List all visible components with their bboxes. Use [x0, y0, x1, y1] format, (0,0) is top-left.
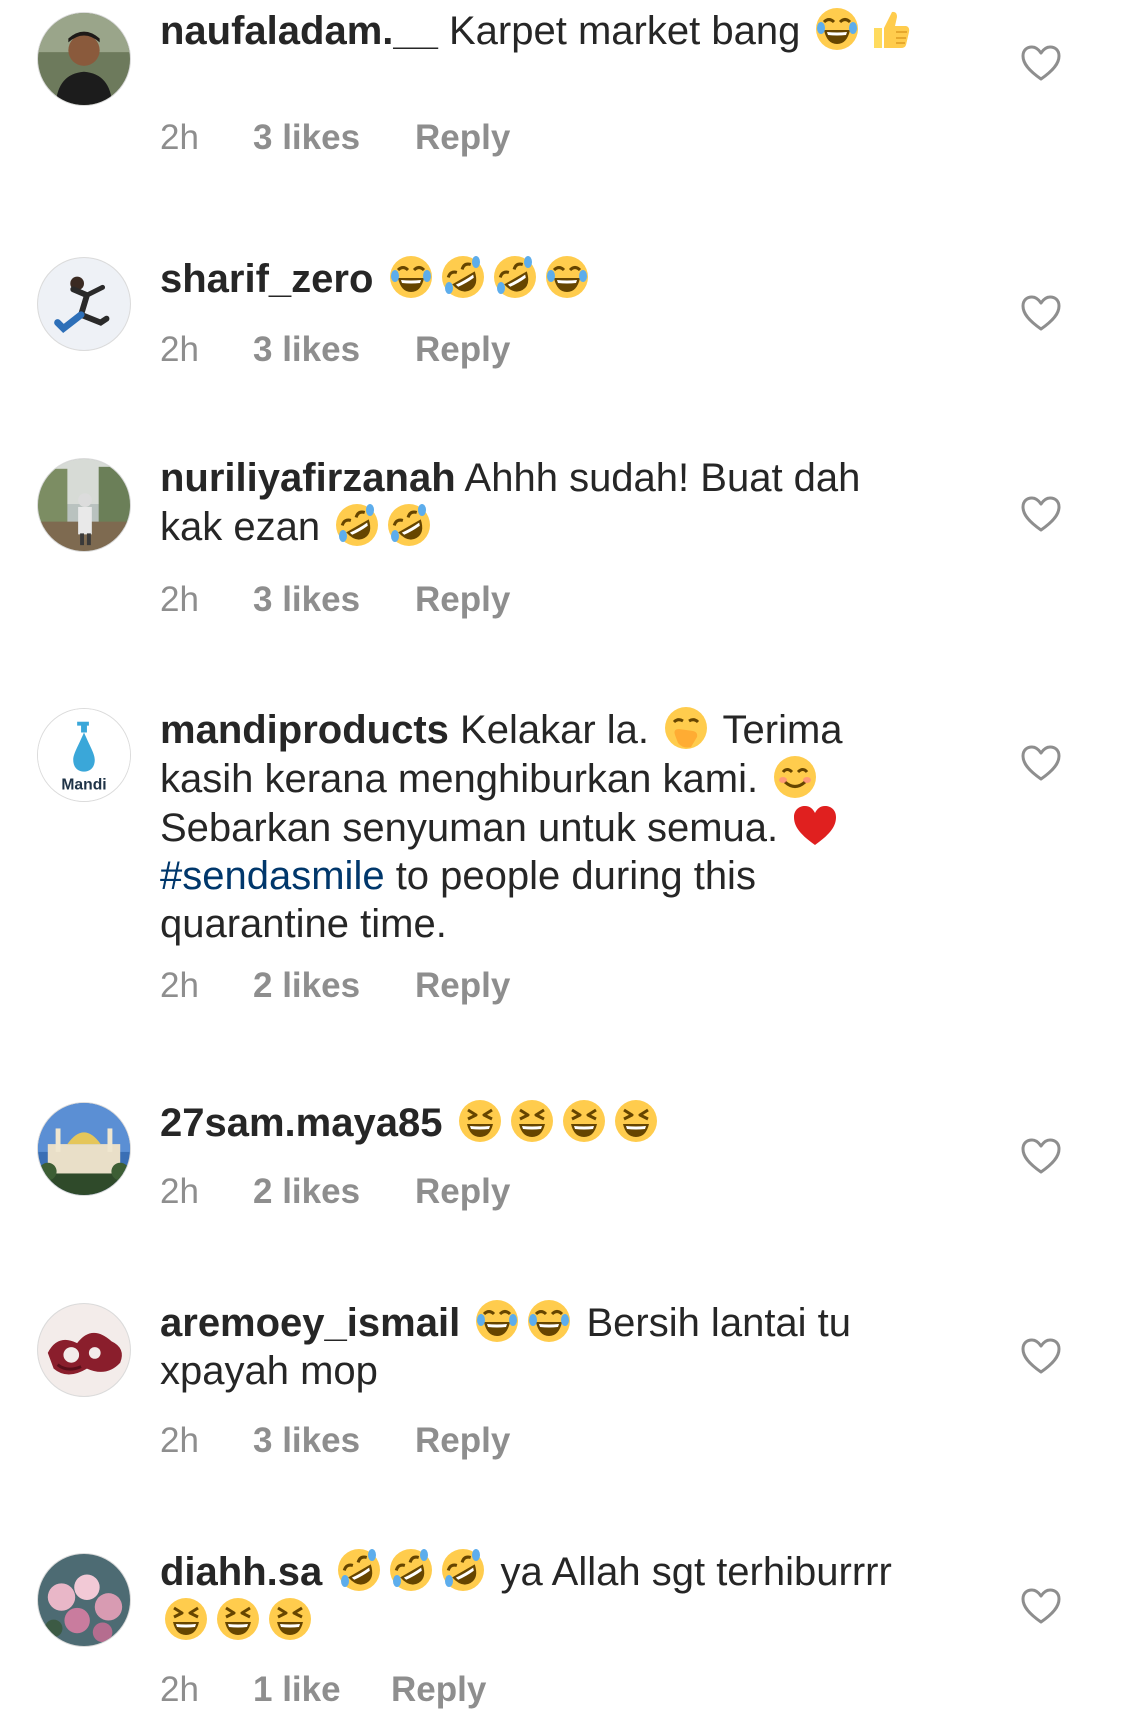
rofl-emoji	[386, 502, 432, 548]
like-heart-icon[interactable]	[1020, 744, 1062, 782]
joy-emoji	[388, 254, 434, 300]
comment-body: Karpet market bang	[437, 9, 812, 53]
comment-meta: 2h 3 likes Reply	[160, 1421, 510, 1461]
smiling-emoji	[772, 754, 818, 800]
comment-time: 2h	[160, 118, 199, 157]
likes-count[interactable]: 3 likes	[253, 580, 415, 620]
avatar-photo	[38, 1103, 130, 1195]
joy-emoji	[526, 1298, 572, 1344]
hashtag-link[interactable]: #sendasmile	[160, 854, 385, 898]
avatar[interactable]	[37, 12, 131, 106]
avatar-photo	[38, 258, 130, 350]
comment-username[interactable]: mandiproducts	[160, 708, 449, 752]
comment-body	[373, 257, 384, 301]
comment-text: diahh.sa ya Allah sgt terhiburrrr	[160, 1547, 920, 1645]
comment-username[interactable]: diahh.sa	[160, 1550, 322, 1594]
comment-text: sharif_zero	[160, 254, 920, 303]
avatar[interactable]	[37, 1102, 131, 1196]
grinning-squinting-emoji	[163, 1596, 209, 1642]
likes-count[interactable]: 3 likes	[253, 330, 415, 370]
comment-time: 2h	[160, 966, 199, 1005]
reply-button[interactable]: Reply	[415, 580, 510, 620]
reply-button[interactable]: Reply	[415, 1421, 510, 1461]
grinning-squinting-emoji	[215, 1596, 261, 1642]
reply-button[interactable]: Reply	[391, 1670, 486, 1710]
grinning-squinting-emoji	[267, 1596, 313, 1642]
avatar[interactable]	[37, 458, 131, 552]
comment-username[interactable]: 27sam.maya85	[160, 1101, 442, 1145]
comment-meta: 2h 3 likes Reply	[160, 118, 510, 158]
joy-emoji	[474, 1298, 520, 1344]
rofl-emoji	[336, 1547, 382, 1593]
likes-count[interactable]: 2 likes	[253, 966, 415, 1006]
like-heart-icon[interactable]	[1020, 495, 1062, 533]
likes-count[interactable]: 3 likes	[253, 1421, 415, 1461]
grinning-squinting-emoji	[457, 1098, 503, 1144]
comment-meta: 2h 3 likes Reply	[160, 330, 510, 370]
comment-meta: 2h 1 like Reply	[160, 1670, 486, 1710]
avatar-photo	[38, 459, 130, 551]
comment-body-3: Sebarkan senyuman untuk semua.	[160, 806, 790, 850]
avatar[interactable]: Mandi	[37, 708, 131, 802]
rofl-emoji	[334, 502, 380, 548]
like-heart-icon[interactable]	[1020, 44, 1062, 82]
comment-time: 2h	[160, 330, 199, 369]
joy-emoji	[814, 6, 860, 52]
likes-count[interactable]: 3 likes	[253, 118, 415, 158]
rofl-emoji	[492, 254, 538, 300]
rofl-emoji	[388, 1547, 434, 1593]
avatar[interactable]	[37, 1553, 131, 1647]
comment-body	[322, 1550, 333, 1594]
avatar-photo	[38, 13, 130, 105]
comment-username[interactable]: nuriliyafirzanah	[160, 456, 456, 500]
grinning-squinting-emoji	[561, 1098, 607, 1144]
comment-body	[460, 1301, 471, 1345]
red-heart-emoji	[792, 803, 838, 849]
like-heart-icon[interactable]	[1020, 1587, 1062, 1625]
avatar[interactable]	[37, 1303, 131, 1397]
comment-time: 2h	[160, 1172, 199, 1211]
rofl-emoji	[440, 1547, 486, 1593]
comment-text: 27sam.maya85	[160, 1098, 920, 1147]
like-heart-icon[interactable]	[1020, 1137, 1062, 1175]
comment-text: mandiproducts Kelakar la. Terima kasih k…	[160, 705, 920, 948]
comment-body-2: ya Allah sgt terhiburrrr	[489, 1550, 892, 1594]
comment-time: 2h	[160, 1421, 199, 1460]
comment-meta: 2h 3 likes Reply	[160, 580, 510, 620]
avatar[interactable]	[37, 257, 131, 351]
avatar-photo	[38, 1554, 130, 1646]
grinning-squinting-emoji	[613, 1098, 659, 1144]
reply-button[interactable]: Reply	[415, 1172, 510, 1212]
avatar-photo	[38, 1304, 130, 1396]
grinning-squinting-emoji	[509, 1098, 555, 1144]
mandi-logo: Mandi	[38, 709, 130, 801]
reply-button[interactable]: Reply	[415, 966, 510, 1006]
comment-time: 2h	[160, 580, 199, 619]
hand-over-mouth-emoji	[663, 705, 709, 751]
comment-body	[442, 1101, 453, 1145]
reply-button[interactable]: Reply	[415, 330, 510, 370]
joy-emoji	[544, 254, 590, 300]
comment-body: Kelakar la.	[448, 708, 661, 752]
comment-time: 2h	[160, 1670, 199, 1709]
comment-username[interactable]: naufaladam.__	[160, 9, 438, 53]
comment-meta: 2h 2 likes Reply	[160, 966, 510, 1006]
likes-count[interactable]: 1 like	[253, 1670, 391, 1710]
like-heart-icon[interactable]	[1020, 294, 1062, 332]
comment-username[interactable]: aremoey_ismail	[160, 1301, 460, 1345]
comment-text: nuriliyafirzanah Ahhh sudah! Buat dah ka…	[160, 454, 920, 551]
reply-button[interactable]: Reply	[415, 118, 510, 158]
like-heart-icon[interactable]	[1020, 1337, 1062, 1375]
svg-text:Mandi: Mandi	[61, 776, 106, 793]
comment-text: aremoey_ismail Bersih lantai tu xpayah m…	[160, 1298, 920, 1395]
comment-meta: 2h 2 likes Reply	[160, 1172, 510, 1212]
comment-text: naufaladam.__ Karpet market bang	[160, 6, 920, 55]
rofl-emoji	[440, 254, 486, 300]
thumbs-up-emoji	[866, 6, 912, 52]
likes-count[interactable]: 2 likes	[253, 1172, 415, 1212]
comment-username[interactable]: sharif_zero	[160, 257, 373, 301]
